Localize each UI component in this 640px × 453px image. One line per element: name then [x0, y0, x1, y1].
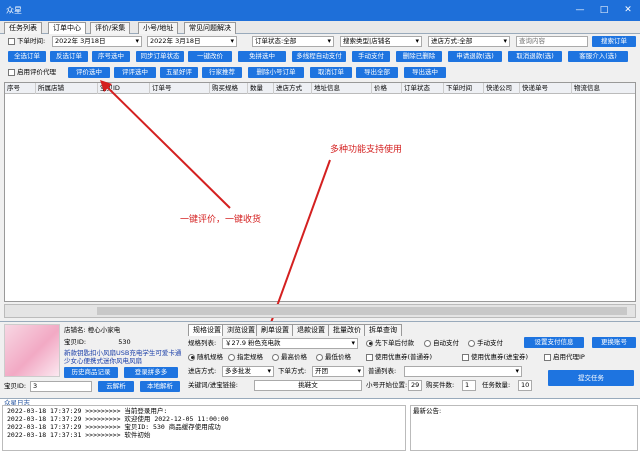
shop-name-label: 店铺名: [64, 326, 86, 334]
item-id-label: 宝贝ID: [64, 338, 87, 346]
arrow-to-review-button [103, 83, 231, 209]
task-count-input[interactable]: 10 [518, 380, 532, 391]
shop-name-row: 店铺名: 橙心小家电 [64, 325, 120, 335]
notice-label: 最新公告: [413, 407, 442, 415]
spec-list-label: 规格列表: [188, 339, 217, 347]
buy-count-input[interactable]: 1 [462, 380, 476, 391]
feature-annotation: 多种功能支持使用 [330, 145, 403, 155]
history-products-button[interactable]: 历史商品记录 [64, 367, 118, 378]
proxy-ip[interactable]: 启用代理IP [544, 352, 585, 362]
product-image [4, 324, 60, 377]
coupon-jinbao-label: 使用优惠券(进宝券) [471, 353, 529, 361]
task-count-label: 任务数量: [482, 381, 511, 389]
log-output[interactable]: 2022-03-18 17:37:29 >>>>>>>>> 当前登录用户: 20… [2, 405, 406, 451]
normal-list-select[interactable] [404, 366, 522, 377]
entry-method-label: 进店方式: [188, 367, 217, 375]
radio-pay-later[interactable] [366, 339, 373, 347]
manual-pay-label: 手动支付 [477, 339, 503, 347]
coupon-normal[interactable]: 使用优惠券(普通券) [366, 352, 432, 362]
checkbox-coupon-normal[interactable] [366, 353, 373, 361]
pay-mode-first[interactable]: 先下单后付款 [366, 338, 414, 348]
keyword-label: 关键词/进宝链接: [188, 381, 238, 389]
tab-batch-price[interactable]: 批量改价 [328, 324, 366, 336]
radio-manual-pay[interactable] [468, 339, 475, 347]
random-spec-label: 随机规格 [197, 353, 223, 361]
login-pdd-button[interactable]: 登录拼多多 [124, 367, 178, 378]
item-id-value: 530 [118, 338, 131, 346]
shop-name-value: 橙心小家电 [87, 326, 121, 334]
scrollbar-thumb[interactable] [97, 307, 627, 315]
local-parse-button[interactable]: 本地解析 [140, 381, 180, 392]
order-mode-select[interactable]: 开团 [312, 366, 364, 377]
auto-pay-label: 自动支付 [433, 339, 459, 347]
radio-auto-pay[interactable] [424, 339, 431, 347]
sku-label: 宝贝ID: [4, 382, 27, 390]
radio-lowest-price[interactable] [316, 353, 323, 361]
spec-lowest[interactable]: 最低价格 [316, 352, 351, 362]
cloud-parse-button[interactable]: 云解析 [98, 381, 134, 392]
coupon-normal-label: 使用优惠券(普通券) [375, 353, 433, 361]
checkbox-proxy-ip[interactable] [544, 353, 551, 361]
spec-list-select[interactable]: ￥27.9 粉色充电款 [222, 338, 358, 349]
fixed-spec-label: 指定规格 [237, 353, 263, 361]
log-line: 2022-03-18 17:37:29 >>>>>>>>> 当前登录用户: [7, 407, 168, 415]
horizontal-scrollbar[interactable] [4, 304, 636, 318]
tab-spec-settings[interactable]: 规格设置 [188, 324, 226, 336]
sku-input[interactable]: 3 [30, 381, 92, 392]
tab-split-query[interactable]: 拆单查询 [364, 324, 402, 336]
pay-mode-manual[interactable]: 手动支付 [468, 338, 503, 348]
radio-highest-price[interactable] [272, 353, 279, 361]
pay-info-button[interactable]: 设置支付信息 [524, 337, 584, 348]
log-line: 2022-03-18 17:37:31 >>>>>>>>> 软件初始 [7, 431, 151, 439]
notice-panel: 最新公告: [410, 405, 638, 451]
spec-fixed[interactable]: 指定规格 [228, 352, 263, 362]
log-line: 2022-03-18 17:37:29 >>>>>>>>> 欢迎使用 2022-… [7, 415, 229, 423]
normal-list-label: 普通列表: [368, 367, 397, 375]
start-position-label: 小号开始位置: [366, 381, 408, 389]
tab-refund-settings[interactable]: 退款设置 [292, 324, 330, 336]
product-description: 新款钥匙扣小风扇USB充电学生可爱卡通少女心便携式迷你风电风扇 [64, 349, 182, 365]
tab-browse-settings[interactable]: 浏览设置 [222, 324, 260, 336]
radio-fixed-spec[interactable] [228, 353, 235, 361]
coupon-jinbao[interactable]: 使用优惠券(进宝券) [462, 352, 528, 362]
start-position-input[interactable]: 29 [408, 380, 422, 391]
checkbox-coupon-jinbao[interactable] [462, 353, 469, 361]
log-line: 2022-03-18 17:37:29 >>>>>>>>> 宝贝ID: 530 … [7, 423, 221, 431]
spec-random[interactable]: 随机规格 [188, 352, 223, 362]
item-id-row: 宝贝ID: 530 [64, 337, 131, 347]
order-mode-label: 下单方式: [278, 367, 307, 375]
keyword-input[interactable]: 挑鞋文 [254, 380, 362, 391]
spec-highest[interactable]: 最高价格 [272, 352, 307, 362]
highest-price-label: 最高价格 [281, 353, 307, 361]
submit-task-button[interactable]: 提交任务 [548, 370, 634, 386]
pay-later-label: 先下单后付款 [375, 339, 414, 347]
radio-random-spec[interactable] [188, 353, 195, 361]
pay-mode-auto[interactable]: 自动支付 [424, 338, 459, 348]
tab-brush-settings[interactable]: 刷单设置 [256, 324, 294, 336]
lowest-price-label: 最低价格 [325, 353, 351, 361]
switch-account-button[interactable]: 更换账号 [592, 337, 636, 348]
proxy-ip-label: 启用代理IP [553, 353, 585, 361]
one-click-annotation: 一键评价，一键收货 [180, 215, 262, 225]
entry-method-select[interactable]: 多多批发 [222, 366, 274, 377]
buy-count-label: 购买件数: [426, 381, 455, 389]
